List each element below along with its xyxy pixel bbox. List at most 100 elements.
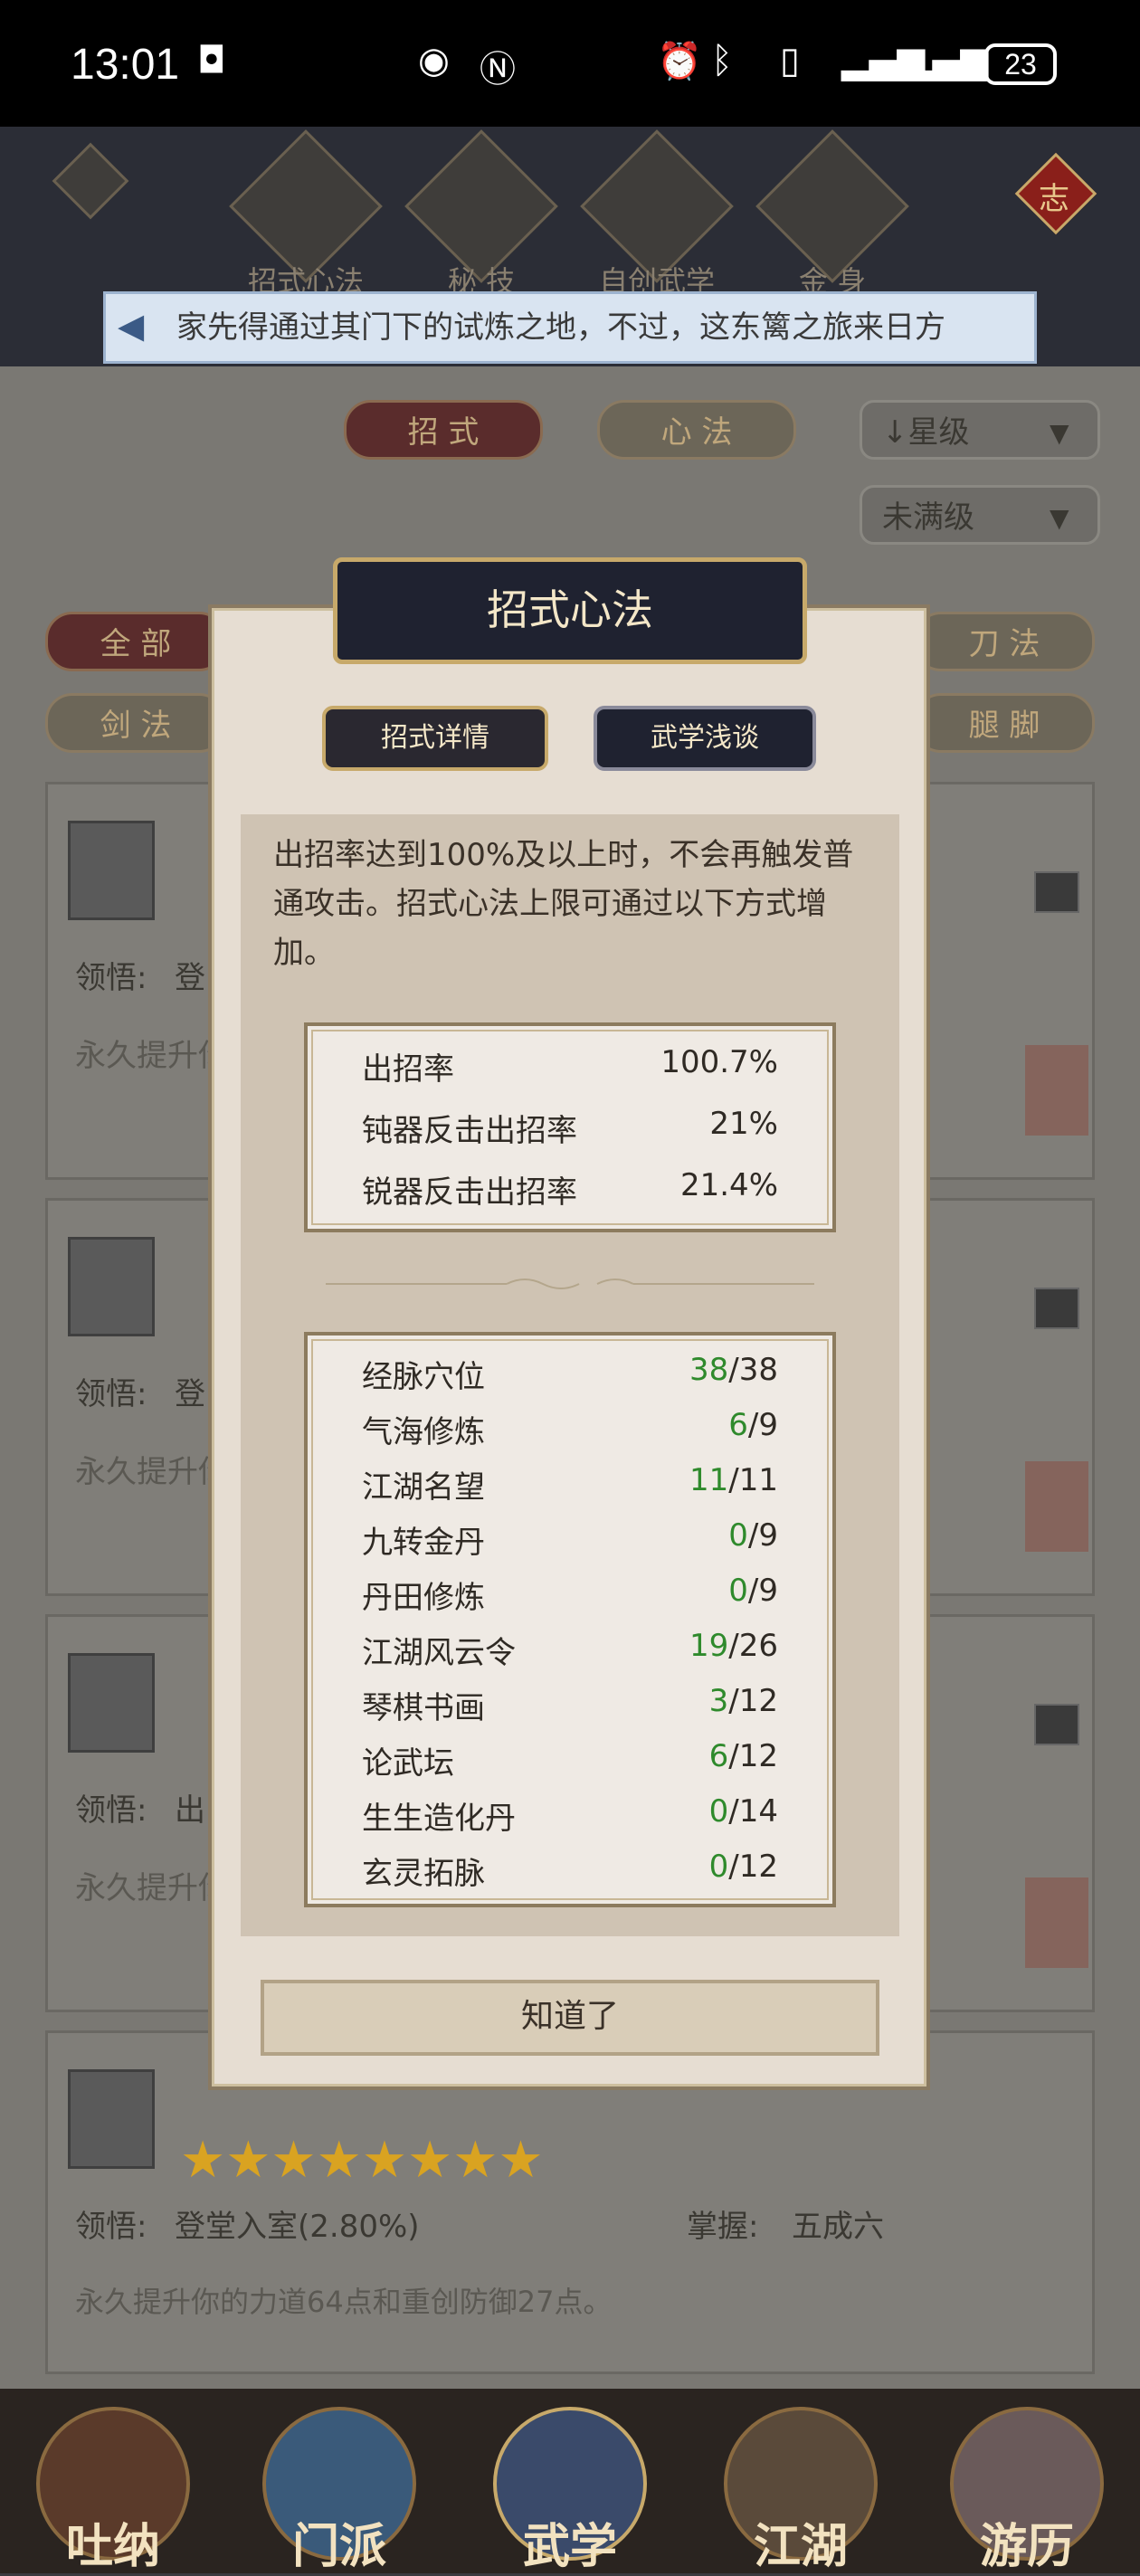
source-current: 0: [728, 1517, 748, 1554]
source-current: 3: [708, 1683, 729, 1719]
chevron-down-icon: ▼: [1050, 418, 1069, 448]
seal-stamp-icon-2: [1025, 1461, 1088, 1552]
source-value: 0/12: [709, 1849, 778, 1885]
source-row: 江湖名望 11/11: [362, 1462, 778, 1516]
stat-label: 钝器反击出招率: [362, 1113, 577, 1149]
eye-toggle-icon[interactable]: [52, 142, 129, 220]
tab-martial-talk[interactable]: 武学浅谈: [594, 706, 816, 771]
source-current: 6: [708, 1738, 729, 1774]
modal-description: 出招率达到100%及以上时，不会再触发普通攻击。招式心法上限可通过以下方式增加。: [273, 837, 854, 971]
source-label: 琴棋书画: [362, 1690, 485, 1726]
bottom-nav-travel[interactable]: 游历: [936, 2508, 1117, 2576]
announcement-marquee: 家先得通过其门下的试炼之地，不过，这东篱之旅来日方: [103, 291, 1037, 364]
source-current: 0: [708, 1849, 729, 1885]
source-row: 九转金丹 0/9: [362, 1517, 778, 1572]
stat-value: 21%: [709, 1106, 778, 1142]
bluetooth-icon: ᛒ: [711, 40, 733, 81]
card-desc-partial-2: 永久提升你: [75, 1454, 229, 1490]
ornament-divider: [326, 1278, 814, 1289]
source-max: /11: [728, 1462, 778, 1498]
eye-icon: ◉: [418, 40, 450, 81]
source-current: 0: [728, 1573, 748, 1609]
source-label: 气海修炼: [362, 1414, 485, 1450]
stat-label: 出招率: [362, 1051, 454, 1088]
modal-title: 招式心法: [333, 557, 807, 664]
tab-mind-bg[interactable]: 心 法: [597, 400, 796, 460]
tab-moves-bg[interactable]: 招 式: [344, 400, 543, 460]
source-row: 气海修炼 6/9: [362, 1407, 778, 1461]
star-icon: ★: [180, 2131, 226, 2190]
source-value: 3/12: [709, 1683, 778, 1719]
shield-icon-3: [68, 1653, 155, 1753]
shield-icon: [68, 821, 155, 920]
source-max: /12: [728, 1738, 778, 1774]
source-row: 江湖风云令 19/26: [362, 1628, 778, 1682]
battery-indicator: 23: [984, 43, 1057, 85]
source-value: 38/38: [689, 1352, 778, 1388]
source-label: 九转金丹: [362, 1525, 485, 1561]
card-comprehension-label-4: 领悟:: [75, 2209, 147, 2245]
source-value: 0/14: [709, 1793, 778, 1830]
stat-row: 锐器反击出招率 21.4%: [362, 1167, 778, 1221]
card-comprehension-partial: 登: [175, 960, 205, 996]
seal-stamp-icon: [1025, 1045, 1088, 1136]
source-max: /12: [728, 1683, 778, 1719]
star-icon: ★: [498, 2131, 544, 2190]
status-bar: 13:01 ◘ ◉ Ⓝ ⏰ ᛒ ▯ ▂▄▆ ▂▄▆ 23: [0, 0, 1140, 127]
card-comprehension-label-3: 领悟:: [75, 1792, 147, 1829]
bottom-nav-martial[interactable]: 武学: [480, 2508, 660, 2576]
skill-type-icon-2: [1034, 1288, 1079, 1329]
bottom-nav-jianghu[interactable]: 江湖: [710, 2508, 891, 2576]
source-row: 丹田修炼 0/9: [362, 1573, 778, 1627]
card-comprehension-label-2: 领悟:: [75, 1376, 147, 1412]
stat-row: 钝器反击出招率 21%: [362, 1106, 778, 1160]
qq-icon: ◘: [197, 40, 226, 81]
source-label: 江湖名望: [362, 1469, 485, 1506]
alarm-icon: ⏰: [657, 41, 702, 82]
filter-blade[interactable]: 刀 法: [914, 612, 1095, 671]
card-comprehension-partial-2: 登: [175, 1376, 205, 1412]
card-comprehension-partial-3: 出: [175, 1792, 205, 1829]
source-label: 论武坛: [362, 1745, 454, 1782]
source-max: /9: [747, 1573, 778, 1609]
source-value: 11/11: [689, 1462, 778, 1498]
filter-all[interactable]: 全 部: [45, 612, 226, 671]
tab-move-details[interactable]: 招式详情: [322, 706, 548, 771]
source-current: 6: [728, 1407, 748, 1443]
source-value: 6/12: [709, 1738, 778, 1774]
star-icon: ★: [407, 2131, 453, 2190]
source-current: 19: [689, 1628, 729, 1664]
source-value: 6/9: [728, 1407, 778, 1443]
signal-2-icon: ▂▄▆: [905, 40, 989, 81]
bottom-nav-sect[interactable]: 门派: [249, 2508, 430, 2576]
stat-label: 锐器反击出招率: [362, 1174, 577, 1211]
filter-leg[interactable]: 腿 脚: [914, 693, 1095, 753]
star-rating: ★★★★★★★★: [180, 2131, 768, 2194]
stat-value: 100.7%: [660, 1044, 778, 1080]
source-value: 0/9: [728, 1517, 778, 1554]
source-label: 玄灵拓脉: [362, 1856, 485, 1892]
source-row: 论武坛 6/12: [362, 1738, 778, 1792]
star-icon: ★: [225, 2131, 271, 2190]
card-comprehension-value: 登堂入室(2.80%): [175, 2209, 420, 2245]
shield-icon-2: [68, 1237, 155, 1336]
source-current: 38: [689, 1352, 729, 1388]
source-row: 琴棋书画 3/12: [362, 1683, 778, 1737]
source-value: 19/26: [689, 1628, 778, 1664]
card-mastery-label: 掌握:: [687, 2209, 759, 2245]
source-row: 生生造化丹 0/14: [362, 1793, 778, 1848]
seal-stamp-icon-3: [1025, 1877, 1088, 1968]
source-max: /38: [728, 1352, 778, 1388]
star-icon: ★: [452, 2131, 499, 2190]
source-max: /14: [728, 1793, 778, 1830]
bottom-nav-breathing[interactable]: 吐纳: [23, 2508, 204, 2576]
source-value: 0/9: [728, 1573, 778, 1609]
skill-type-icon: [1034, 871, 1079, 913]
filter-sword[interactable]: 剑 法: [45, 693, 226, 753]
source-max: /26: [728, 1628, 778, 1664]
star-icon: ★: [316, 2131, 362, 2190]
shield-icon-4: [68, 2069, 155, 2169]
emblem-char: 志: [1039, 181, 1069, 217]
confirm-button[interactable]: 知道了: [261, 1980, 879, 2056]
source-label: 江湖风云令: [362, 1635, 516, 1671]
